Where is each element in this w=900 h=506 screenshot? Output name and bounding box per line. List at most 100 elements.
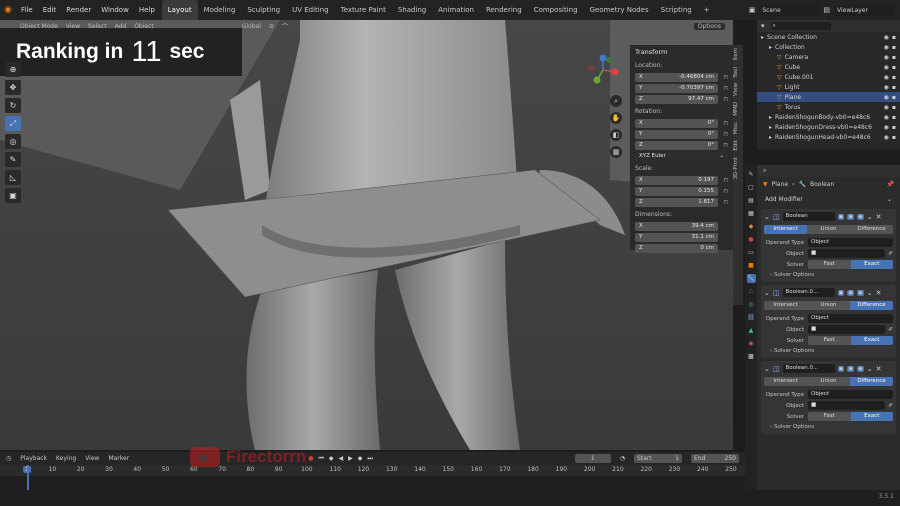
solver-exact-button[interactable]: Exact: [850, 412, 893, 421]
object-tab-icon[interactable]: ■: [747, 261, 756, 270]
edit-mode-toggle-icon[interactable]: ▣: [837, 213, 845, 220]
location-x-field[interactable]: X -0.46804 cm: [635, 72, 718, 82]
rotation-z-field[interactable]: Z 0°: [635, 140, 718, 150]
playhead[interactable]: [27, 465, 29, 490]
operation-intersect-button[interactable]: Intersect: [764, 377, 807, 386]
render-camera-icon[interactable]: ▪: [892, 74, 896, 81]
tab-layout[interactable]: Layout: [161, 0, 198, 20]
dimensions-y-field[interactable]: Y 31.1 cm: [635, 232, 718, 242]
solver-options-toggle[interactable]: › Solver Options: [764, 422, 893, 432]
rotation-y-field[interactable]: Y 0°: [635, 129, 718, 139]
outliner-row[interactable]: ▸ RaidenShogunBody-vb0=e48c6 ◉ ▪: [757, 112, 900, 122]
add-cube-icon[interactable]: ▣: [5, 188, 21, 203]
visibility-eye-icon[interactable]: ◉: [884, 94, 889, 101]
play-icon[interactable]: ▶: [348, 455, 353, 463]
rotation-lock-icon[interactable]: ⊓: [718, 142, 728, 149]
eyedropper-icon[interactable]: ✐: [885, 251, 893, 257]
filter-icon[interactable]: ▾: [761, 22, 765, 30]
menu-window[interactable]: Window: [96, 0, 134, 20]
location-lock-icon[interactable]: ⊓: [718, 85, 728, 92]
rotation-lock-icon[interactable]: ⊓: [718, 131, 728, 138]
remove-modifier-icon[interactable]: ✕: [876, 365, 882, 373]
cursor-icon[interactable]: ⊕: [5, 62, 21, 77]
operand-type-dropdown[interactable]: Object: [808, 390, 893, 399]
start-frame-field[interactable]: Start 1: [634, 454, 682, 463]
navigation-gizmo[interactable]: [585, 52, 621, 88]
rotation-x-field[interactable]: X 0°: [635, 118, 718, 128]
outliner-row[interactable]: ▽ Cube ◉ ▪: [757, 62, 900, 72]
visibility-eye-icon[interactable]: ◉: [884, 124, 889, 131]
modifier-name-field[interactable]: Boolean.0...: [782, 288, 835, 297]
visibility-eye-icon[interactable]: ◉: [884, 34, 889, 41]
annotate-icon[interactable]: ✎: [5, 152, 21, 167]
pin-icon[interactable]: 📌: [887, 181, 894, 188]
orientation-dropdown[interactable]: Global: [242, 23, 261, 30]
viewport-toggle-icon[interactable]: ▣: [847, 213, 854, 220]
jump-start-icon[interactable]: ⏮: [318, 455, 323, 463]
world-tab-icon[interactable]: ●: [747, 235, 756, 244]
visibility-eye-icon[interactable]: ◉: [884, 64, 889, 71]
solver-exact-button[interactable]: Exact: [850, 336, 893, 345]
render-camera-icon[interactable]: ▪: [892, 124, 896, 131]
rotate-icon[interactable]: ↻: [5, 98, 21, 113]
render-camera-icon[interactable]: ▪: [892, 34, 896, 41]
render-camera-icon[interactable]: ▪: [892, 94, 896, 101]
eyedropper-icon[interactable]: ✐: [885, 403, 893, 409]
outliner-row[interactable]: ▽ Torus ◉ ▪: [757, 102, 900, 112]
modifier-menu-icon[interactable]: ⌄: [867, 365, 873, 373]
viewlayer-name[interactable]: ViewLayer: [834, 4, 894, 16]
menu-file[interactable]: File: [16, 0, 38, 20]
outliner-row[interactable]: ▽ Cube.001 ◉ ▪: [757, 72, 900, 82]
scale-lock-icon[interactable]: ⊓: [718, 188, 728, 195]
render-camera-icon[interactable]: ▪: [892, 114, 896, 121]
add-modifier-button[interactable]: Add Modifier ⌄: [761, 193, 896, 206]
tab-uv-editing[interactable]: UV Editing: [286, 0, 335, 20]
grid-icon[interactable]: ▦: [610, 146, 622, 158]
operand-type-dropdown[interactable]: Object: [808, 238, 893, 247]
rotation-mode-dropdown[interactable]: XYZ Euler ⌄: [635, 151, 728, 161]
outliner-row[interactable]: ▸ Collection ◉ ▪: [757, 42, 900, 52]
timeline-editor-icon[interactable]: ◷: [6, 455, 11, 462]
modifier-menu-icon[interactable]: ⌄: [867, 289, 873, 297]
solver-options-toggle[interactable]: › Solver Options: [764, 270, 893, 280]
tab-geometry-nodes[interactable]: Geometry Nodes: [584, 0, 655, 20]
rotation-lock-icon[interactable]: ⊓: [718, 120, 728, 127]
scale-lock-icon[interactable]: ⊓: [718, 199, 728, 206]
modifier-name-field[interactable]: Boolean: [782, 212, 835, 221]
render-toggle-icon[interactable]: ▣: [856, 365, 864, 372]
remove-modifier-icon[interactable]: ✕: [876, 213, 882, 221]
next-key-icon[interactable]: ◆: [358, 455, 363, 463]
menu-edit[interactable]: Edit: [38, 0, 62, 20]
tab-rendering[interactable]: Rendering: [480, 0, 528, 20]
playback-menu[interactable]: Playback: [20, 455, 47, 462]
marker-menu[interactable]: Marker: [108, 455, 129, 462]
location-z-field[interactable]: Z 97.47 cm: [635, 94, 718, 104]
tab-scripting[interactable]: Scripting: [655, 0, 698, 20]
sidebar-tab-tool[interactable]: Tool: [733, 64, 739, 81]
search-icon[interactable]: ⌕: [770, 22, 831, 30]
edit-mode-toggle-icon[interactable]: ▣: [837, 289, 845, 296]
pivot-icon[interactable]: ⊙: [269, 23, 274, 30]
3d-viewport[interactable]: [0, 20, 733, 450]
object-picker-field[interactable]: ■: [808, 249, 886, 258]
pan-hand-icon[interactable]: ✋: [610, 112, 622, 124]
constraints-tab-icon[interactable]: ⛓: [747, 313, 756, 322]
remove-modifier-icon[interactable]: ✕: [876, 289, 882, 297]
operation-intersect-button[interactable]: Intersect: [764, 301, 807, 310]
end-frame-field[interactable]: End 250: [691, 454, 739, 463]
eyedropper-icon[interactable]: ✐: [885, 327, 893, 333]
keying-menu[interactable]: Keying: [56, 455, 76, 462]
collection-tab-icon[interactable]: ▭: [747, 248, 756, 257]
texture-tab-icon[interactable]: ▩: [747, 352, 756, 361]
zoom-icon[interactable]: ⌕: [610, 95, 622, 107]
particles-tab-icon[interactable]: ∴: [747, 287, 756, 296]
tab-animation[interactable]: Animation: [432, 0, 480, 20]
operation-difference-button[interactable]: Difference: [850, 377, 893, 386]
render-camera-icon[interactable]: ▪: [892, 54, 896, 61]
collapse-chevron-icon[interactable]: ⌄: [764, 289, 770, 297]
outliner-row[interactable]: ▽ Camera ◉ ▪: [757, 52, 900, 62]
solver-options-toggle[interactable]: › Solver Options: [764, 346, 893, 356]
scale-y-field[interactable]: Y 0.155: [635, 186, 718, 196]
camera-icon[interactable]: ◧: [610, 129, 622, 141]
menu-help[interactable]: Help: [134, 0, 160, 20]
